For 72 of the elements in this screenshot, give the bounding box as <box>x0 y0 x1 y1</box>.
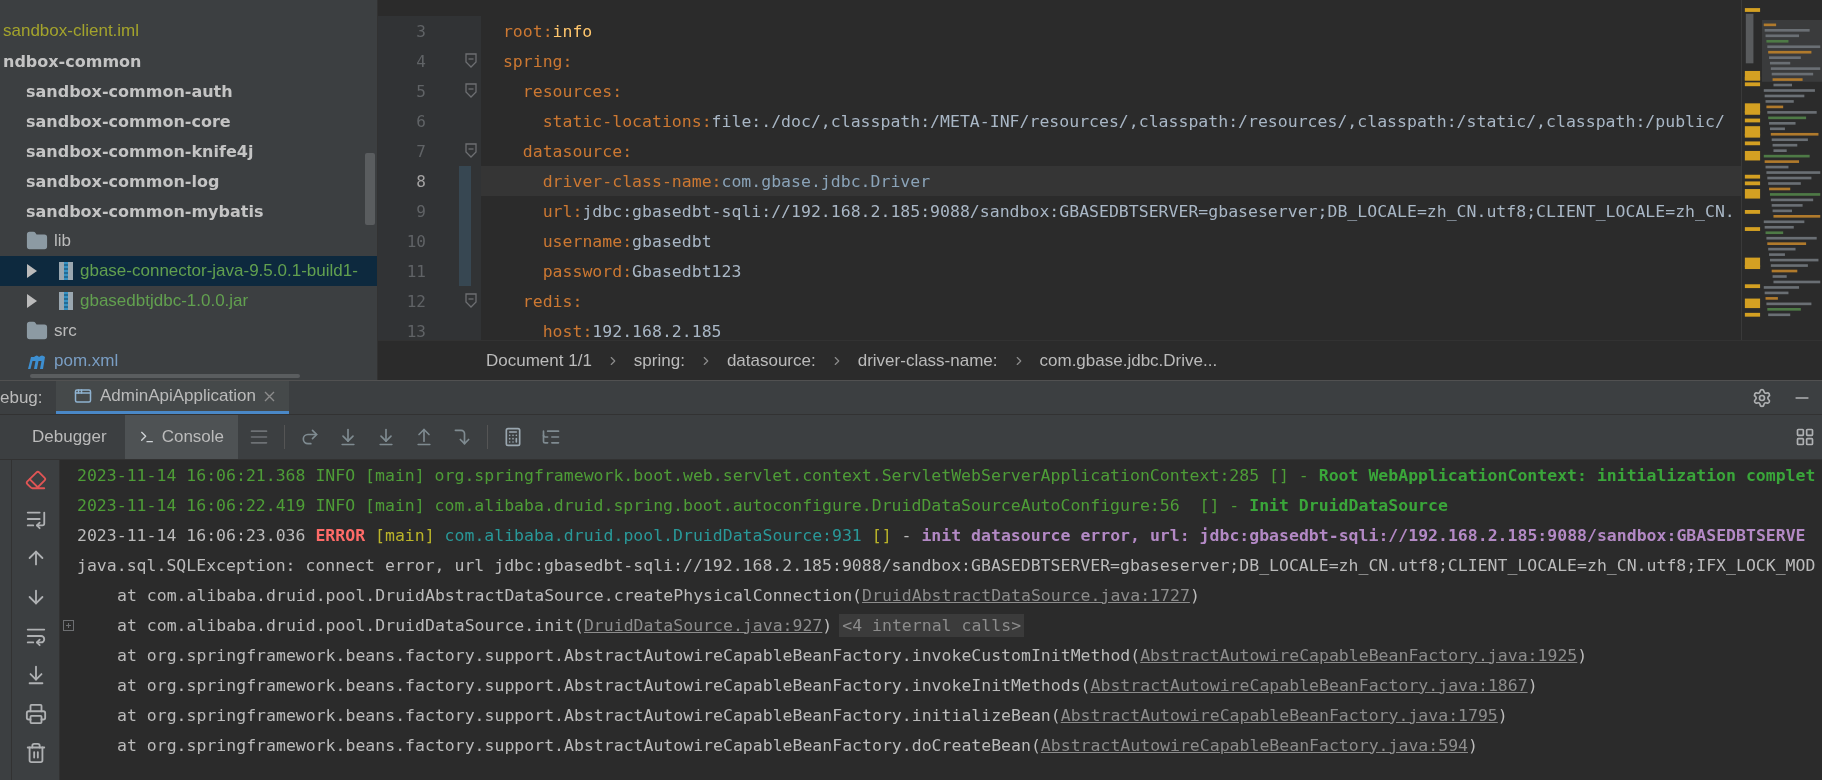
breadcrumb-item[interactable]: datasource: <box>726 350 816 371</box>
folder-icon <box>26 230 48 252</box>
yaml-key: root: <box>502 21 553 41</box>
yaml-key: static-locations: <box>542 111 712 131</box>
stack-trace-line: at org.springframework.beans.factory.support.AbstractAutowireCapableBeanFactory.invokeInitMethods(AbstractAutowireCapableBeanFactory.java:1867) <box>116 675 1538 695</box>
tree-item[interactable]: sandbox-common-auth <box>0 76 377 106</box>
yaml-value: jdbc:gbasedbt-sqli://192.168.2.185:9088/sandbox:GBASEDBTSERVER=gbaseserver;DB_LOCALE=zh_CN.utf8;CLIENT_LOCALE=zh_CN. <box>582 201 1735 221</box>
source-link[interactable]: AbstractAutowireCapableBeanFactory.java:1925 <box>1140 645 1578 665</box>
folder-icon <box>26 320 48 342</box>
log-line: 2023-11-14 16:06:22.419 INFO [main] com.alibaba.druid.spring.boot.autoconfigure.DruidDataSourceAutoConfigure:56 [] - Init DruidDataSource <box>77 495 1448 515</box>
stack-trace-line: at org.springframework.beans.factory.support.AbstractAutowireCapableBeanFactory.invokeCustomInitMethod(AbstractAutowireCapableBeanFactory.java:1925) <box>116 645 1588 665</box>
panel-title: ebug: <box>0 387 44 408</box>
tree-item[interactable]: sandbox-common-log <box>0 166 377 196</box>
yaml-key: username: <box>542 231 633 251</box>
yaml-key: driver-class-name: <box>542 171 722 191</box>
collapsed-arrow-icon <box>26 264 38 278</box>
jar-file-icon <box>58 291 74 311</box>
yaml-value: info <box>552 21 593 41</box>
tool-tab[interactable]: Console <box>124 415 239 459</box>
debug-tab[interactable]: AdminApiApplication <box>56 381 289 414</box>
tree-item[interactable]: gbasedbtjdbc-1.0.0.jar <box>0 286 377 316</box>
yaml-key: host: <box>542 321 593 340</box>
yaml-value: 192.168.2.185 <box>592 321 722 340</box>
internal-calls-badge[interactable]: <4 internal calls> <box>839 613 1025 637</box>
stack-trace-line: at org.springframework.beans.factory.support.AbstractAutowireCapableBeanFactory.doCreateBean(AbstractAutowireCapableBeanFactory.java:594) <box>116 735 1478 755</box>
fold-icon[interactable] <box>465 83 477 99</box>
log-line: 2023-11-14 16:06:23.036 ERROR [main] com.alibaba.druid.pool.DruidDataSource:931 [] - init datasource error, url: jdbc:gbasedbt-sqli://192.168.2.185:9088/sandbox:GBASEDBTSERVE <box>77 525 1806 545</box>
close-icon[interactable] <box>263 390 275 402</box>
yaml-value: gbasedbt <box>632 231 712 251</box>
tree-item[interactable]: src <box>0 316 377 346</box>
breadcrumb-item[interactable]: Document 1/1 <box>486 350 592 371</box>
console-icon <box>138 429 155 445</box>
scrollbar-thumb[interactable] <box>365 153 375 225</box>
breadcrumb-item[interactable]: spring: <box>633 350 685 371</box>
expand-fold-icon[interactable] <box>63 619 74 631</box>
tool-tab[interactable]: Debugger <box>18 415 121 459</box>
tree-item[interactable]: pom.xml <box>0 346 377 376</box>
yaml-key: password: <box>542 261 633 281</box>
tree-item[interactable]: gbase-connector-java-9.5.0.1-build1- <box>0 256 377 286</box>
source-link[interactable]: DruidAbstractDataSource.java:1727 <box>862 585 1190 605</box>
stack-trace-line: at org.springframework.beans.factory.support.AbstractAutowireCapableBeanFactory.initializeBean(AbstractAutowireCapableBeanFactory.java:1795) <box>116 705 1508 725</box>
jar-file-icon <box>58 261 74 281</box>
log-line: java.sql.SQLException: connect error, url jdbc:gbasedbt-sqli://192.168.2.185:9088/sandbox:GBASEDBTSERVER=gbaseserver;DB_LOCALE=zh_CN.utf8;CLIENT_LOCALE=zh_CN.utf8;IFX_LOCK_MOD <box>77 555 1816 575</box>
tree-item[interactable]: sandbox-common-mybatis <box>0 196 377 226</box>
yaml-value: com.gbase.jdbc.Driver <box>721 171 931 191</box>
tree-item[interactable]: ndbox-common <box>0 46 377 76</box>
breadcrumb-item[interactable]: driver-class-name: <box>857 350 998 371</box>
source-link[interactable]: AbstractAutowireCapableBeanFactory.java:1867 <box>1090 675 1528 695</box>
tree-item[interactable]: lib <box>0 226 377 256</box>
fold-icon[interactable] <box>465 293 477 309</box>
yaml-key: redis: <box>522 291 583 311</box>
tree-item[interactable]: sandbox-common-core <box>0 106 377 136</box>
source-link[interactable]: AbstractAutowireCapableBeanFactory.java:1795 <box>1060 705 1498 725</box>
source-link[interactable]: DruidDataSource.java:927 <box>583 615 823 635</box>
line-number: 8 <box>415 171 426 191</box>
fold-icon[interactable] <box>465 53 477 69</box>
log-line: 2023-11-14 16:06:21.368 INFO [main] org.springframework.boot.web.servlet.context.ServletWebServerApplicationContext:285 [] - Root WebApplicationContext: initialization complet <box>77 465 1816 485</box>
yaml-key: spring: <box>502 51 573 71</box>
window-icon <box>74 387 92 405</box>
stack-trace-line: at com.alibaba.druid.pool.DruidDataSource.init(DruidDataSource.java:927) <4 internal calls> <box>77 615 1025 635</box>
breadcrumb-item[interactable]: com.gbase.jdbc.Drive... <box>1039 350 1218 371</box>
yaml-key: datasource: <box>522 141 633 161</box>
yaml-value: file:./doc/,classpath:/META-INF/resources/,classpath:/resources/,classpath:/static/,classpath:/public/ <box>711 111 1725 131</box>
fold-icon[interactable] <box>465 143 477 159</box>
collapsed-arrow-icon <box>26 294 38 308</box>
yaml-key: resources: <box>522 81 623 101</box>
tree-item[interactable]: sandbox-client.iml <box>0 16 377 46</box>
yaml-value: Gbasedbt123 <box>632 261 742 281</box>
source-link[interactable]: AbstractAutowireCapableBeanFactory.java:594 <box>1040 735 1468 755</box>
stack-trace-line: at com.alibaba.druid.pool.DruidAbstractDataSource.createPhysicalConnection(DruidAbstractDataSource.java:1727) <box>116 585 1200 605</box>
tree-item[interactable]: sandbox-common-knife4j <box>0 136 377 166</box>
yaml-key: url: <box>542 201 583 221</box>
